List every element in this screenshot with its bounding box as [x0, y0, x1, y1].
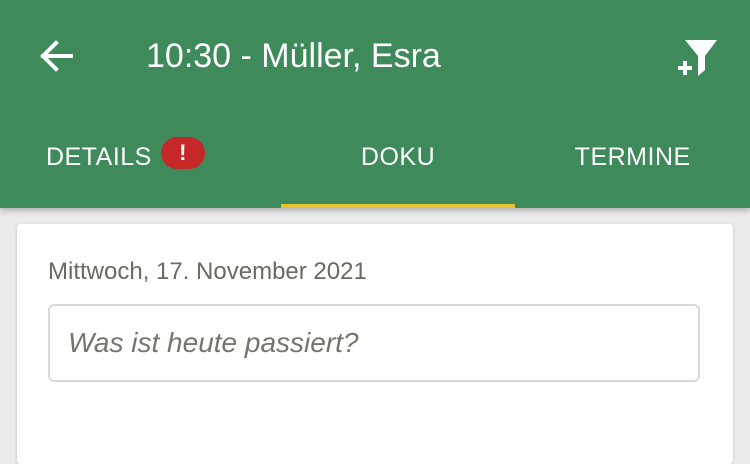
tab-details[interactable]: DETAILS !	[0, 112, 281, 208]
documentation-input[interactable]	[48, 304, 700, 382]
page-title: 10:30 - Müller, Esra	[146, 37, 441, 75]
tab-doku[interactable]: DOKU	[280, 112, 516, 208]
arrow-left-icon	[40, 40, 73, 72]
tab-bar: DETAILS ! DOKU TERMINE	[0, 112, 750, 208]
documentation-card: Mittwoch, 17. November 2021	[17, 224, 733, 464]
alert-badge: !	[161, 137, 205, 169]
active-tab-indicator	[280, 204, 516, 208]
tab-details-label: DETAILS	[46, 142, 152, 171]
tab-termine[interactable]: TERMINE	[515, 112, 750, 208]
entry-date: Mittwoch, 17. November 2021	[48, 258, 367, 285]
back-button[interactable]	[24, 24, 88, 88]
filter-add-icon	[678, 40, 717, 76]
add-filter-button[interactable]	[664, 30, 728, 90]
app-bar: 10:30 - Müller, Esra DETAILS ! DOKU TERM…	[0, 0, 750, 208]
tab-termine-label: TERMINE	[574, 142, 691, 171]
tab-doku-label: DOKU	[360, 142, 436, 171]
